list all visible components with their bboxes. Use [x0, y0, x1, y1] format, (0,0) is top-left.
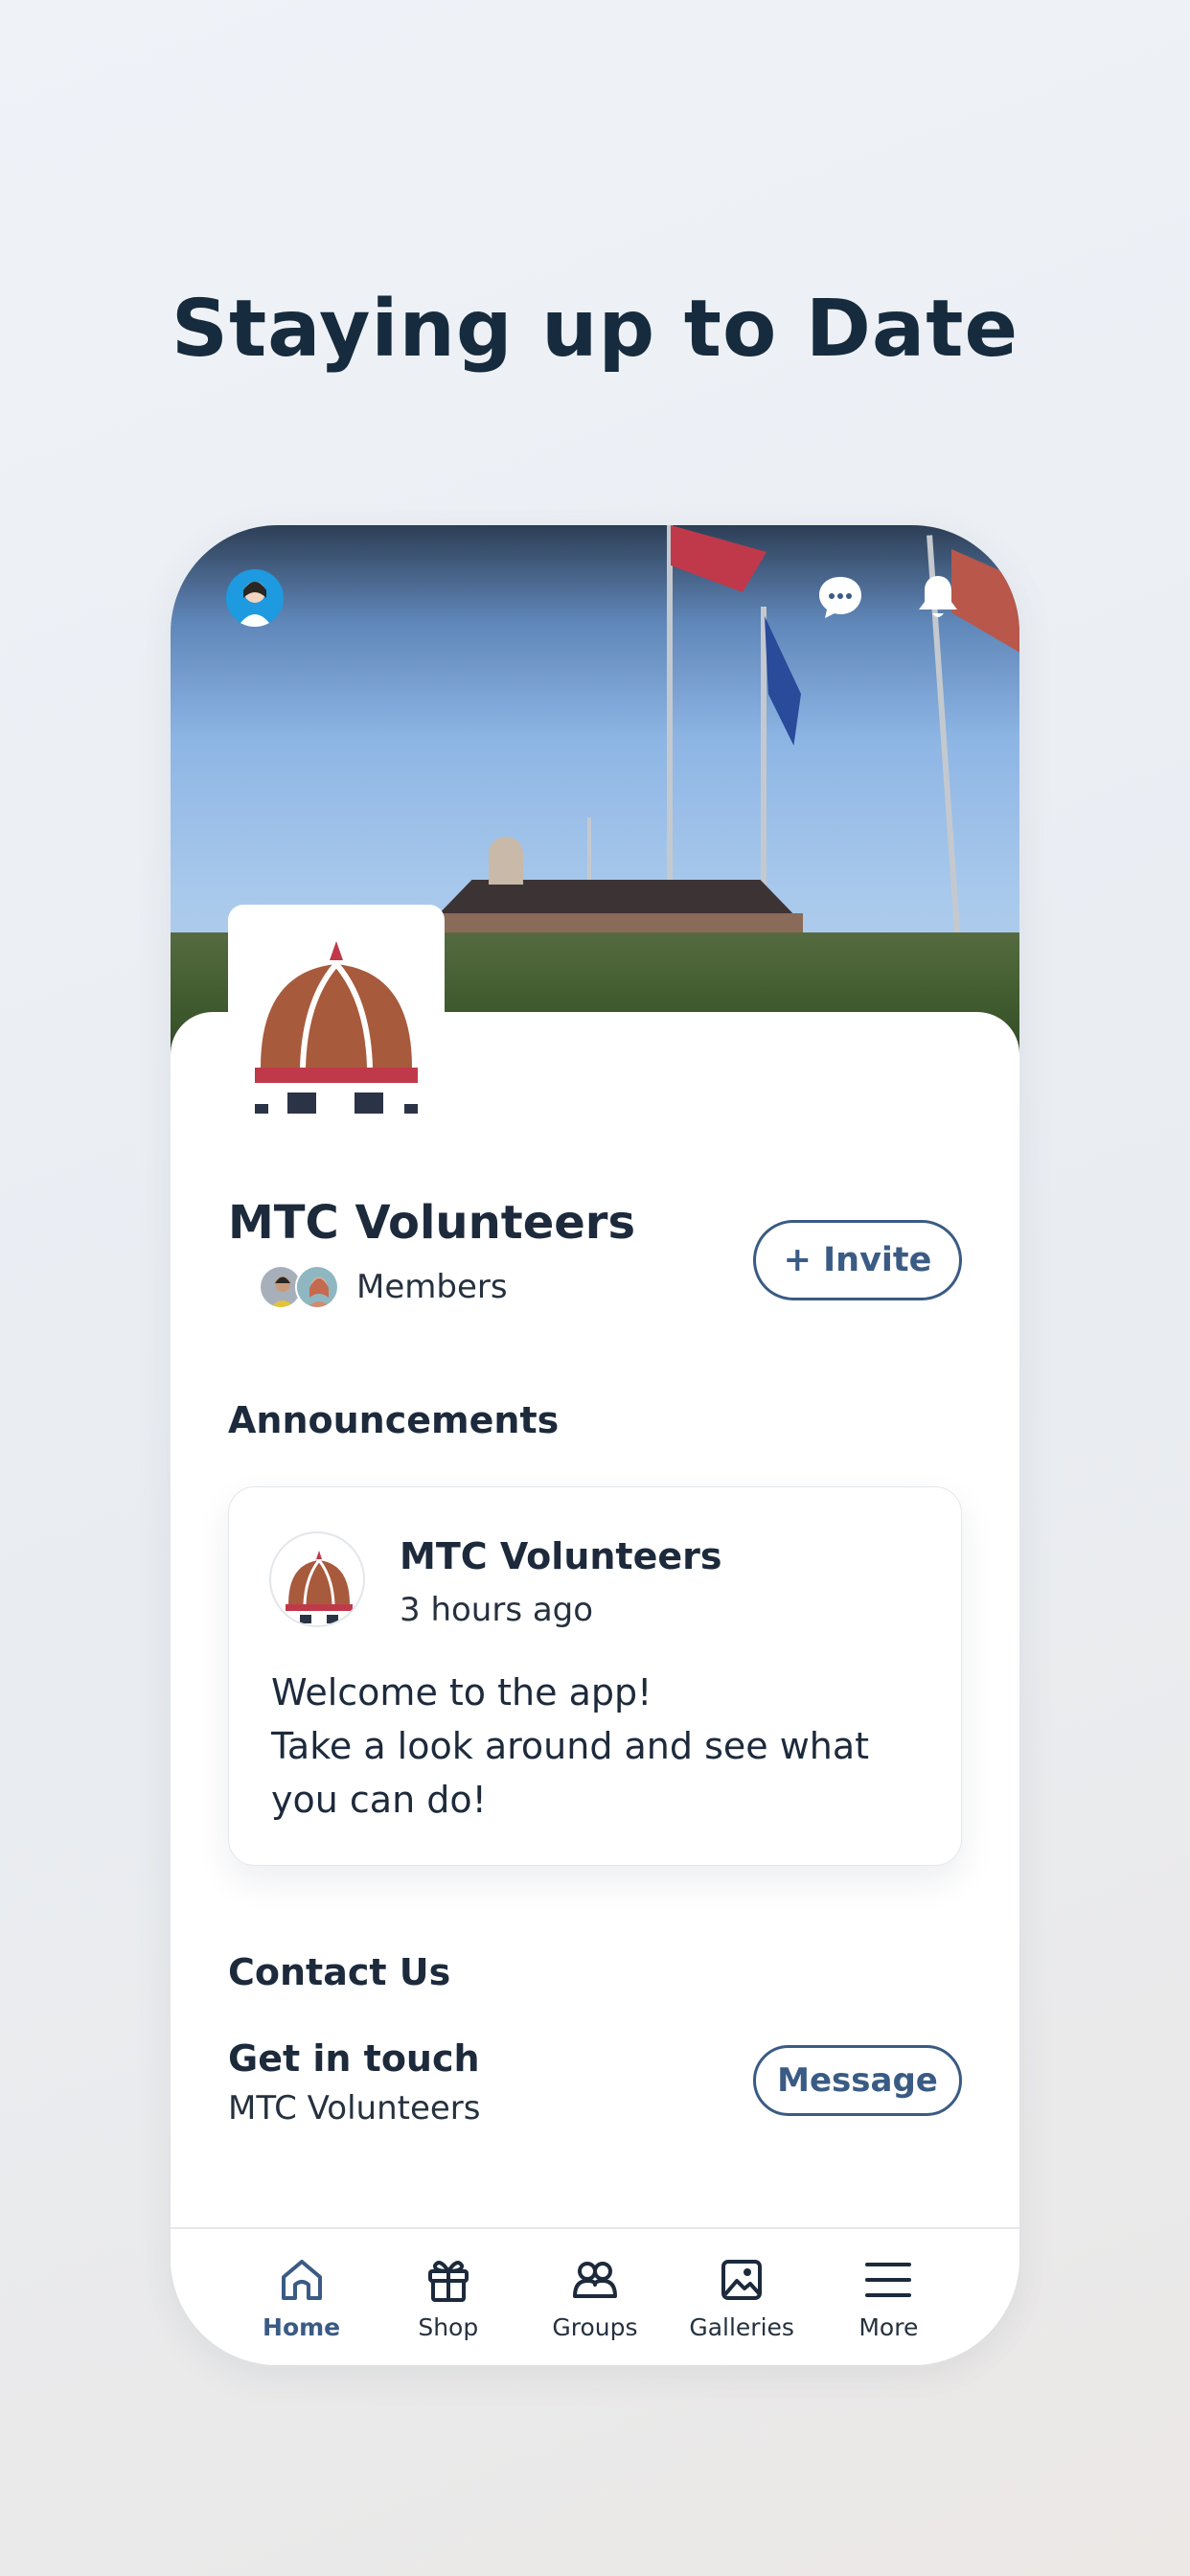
phone-screen: MTC Volunteers Members + Invite Announce… [171, 525, 1019, 2365]
nav-more[interactable]: More [821, 2229, 955, 2365]
nav-galleries-label: Galleries [689, 2313, 794, 2341]
announcement-time: 3 hours ago [400, 1591, 594, 1629]
nav-shop[interactable]: Shop [381, 2229, 515, 2365]
nav-more-label: More [858, 2313, 919, 2341]
profile-avatar[interactable] [226, 569, 284, 627]
nav-groups[interactable]: Groups [528, 2229, 662, 2365]
image-icon [721, 2260, 763, 2300]
members-label: Members [356, 1268, 508, 1306]
gift-icon [427, 2261, 469, 2302]
announcements-heading: Announcements [228, 1399, 560, 1441]
chat-icon[interactable] [814, 571, 866, 623]
groups-icon [572, 2262, 617, 2298]
group-logo [228, 905, 445, 1121]
contact-subtitle: MTC Volunteers [228, 2089, 481, 2128]
bell-icon[interactable] [912, 571, 964, 623]
nav-home[interactable]: Home [235, 2229, 369, 2365]
menu-icon [865, 2263, 912, 2297]
nav-groups-label: Groups [552, 2313, 638, 2341]
contact-title: Get in touch [228, 2037, 480, 2080]
member-avatar [295, 1265, 339, 1309]
bottom-nav: Home Shop Groups Galleries More [171, 2227, 1019, 2365]
nav-galleries[interactable]: Galleries [675, 2229, 809, 2365]
announcement-card[interactable]: MTC Volunteers 3 hours ago Welcome to th… [228, 1486, 962, 1866]
invite-button[interactable]: + Invite [753, 1220, 962, 1300]
page-headline: Staying up to Date [171, 284, 1019, 375]
message-button[interactable]: Message [753, 2045, 962, 2116]
members-row[interactable]: Members [259, 1265, 508, 1309]
nav-home-label: Home [263, 2313, 341, 2341]
announcement-author-avatar [269, 1531, 365, 1627]
announcement-author: MTC Volunteers [400, 1535, 722, 1577]
home-icon [281, 2260, 322, 2300]
contact-heading: Contact Us [228, 1951, 451, 1993]
group-name: MTC Volunteers [228, 1196, 636, 1250]
announcement-text: Welcome to the app! Take a look around a… [271, 1671, 870, 1821]
nav-shop-label: Shop [418, 2313, 479, 2341]
